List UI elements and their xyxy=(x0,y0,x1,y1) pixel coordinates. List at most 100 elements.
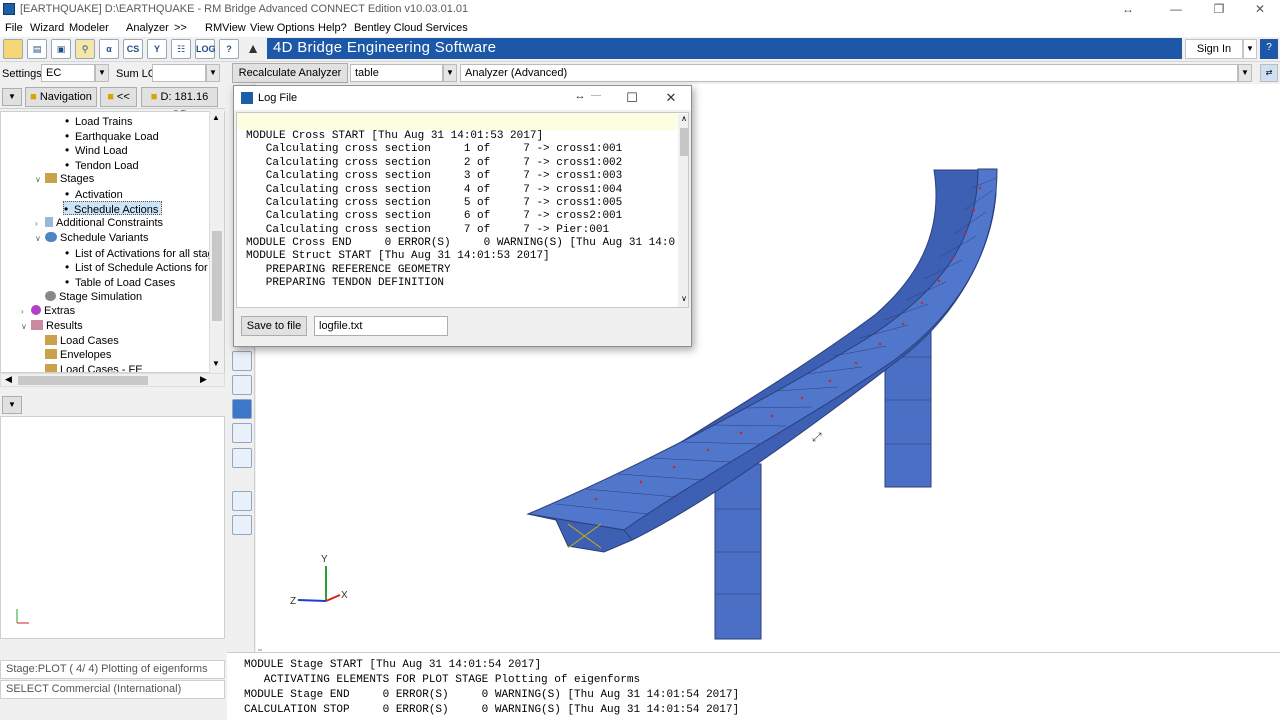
tree-item-tendon-load[interactable]: • Tendon Load xyxy=(65,158,139,172)
menu-wizard[interactable]: Wizard xyxy=(30,22,64,34)
minimize-button[interactable]: — xyxy=(1161,2,1191,16)
close-button[interactable]: ✕ xyxy=(1245,2,1275,16)
rotate-view-icon[interactable] xyxy=(232,375,252,395)
tree-item-schedule-actions[interactable]: • Schedule Actions xyxy=(63,201,163,216)
tree-scroll-thumb[interactable] xyxy=(212,231,222,321)
save-icon[interactable]: ▣ xyxy=(51,39,71,59)
menu-rmview[interactable]: RMView xyxy=(205,22,246,34)
tree-item-stages[interactable]: ∨ Stages xyxy=(35,172,94,186)
tree-item-load-cases[interactable]: Load Cases xyxy=(45,334,119,348)
filter-icon[interactable]: Y xyxy=(147,39,167,59)
result-diagram-icon[interactable] xyxy=(232,491,252,511)
mode-select[interactable]: table xyxy=(350,64,443,82)
tree-item-stage-simulation[interactable]: Stage Simulation xyxy=(45,290,142,304)
cross-section-icon[interactable]: CS xyxy=(123,39,143,59)
expand-icon[interactable]: › xyxy=(21,305,31,319)
dialog-maximize-button[interactable]: ☐ xyxy=(622,90,642,106)
sign-in-button[interactable]: Sign In xyxy=(1185,39,1243,59)
collapse-icon[interactable]: ∨ xyxy=(21,320,31,334)
mode-dropdown-icon[interactable]: ▼ xyxy=(443,64,457,82)
scroll-right-icon[interactable]: ▶ xyxy=(200,374,207,385)
save-to-file-button[interactable]: Save to file xyxy=(241,316,307,336)
collapse-icon[interactable]: ∨ xyxy=(35,232,45,246)
help-icon[interactable]: ? xyxy=(1260,39,1278,59)
sum-lc-select[interactable] xyxy=(152,64,206,82)
tree-item-load-trains[interactable]: • Load Trains xyxy=(65,114,132,128)
console-line: CALCULATION STOP 0 ERROR(S) 0 WARNING(S)… xyxy=(244,704,740,716)
dialog-close-button[interactable]: ✕ xyxy=(661,90,681,106)
import-icon[interactable] xyxy=(232,423,252,443)
navigation-button[interactable]: ■ Navigation xyxy=(25,87,97,107)
sum-lc-dropdown-icon[interactable]: ▼ xyxy=(206,64,220,82)
help-question-icon[interactable]: ? xyxy=(219,39,239,59)
tree-vertical-scrollbar[interactable]: ▲ ▼ xyxy=(209,111,224,373)
scroll-left-icon[interactable]: ◀ xyxy=(5,374,12,385)
navigation-bar: ▼ ■ Navigation ■ << ■ D: 181.16 GB xyxy=(0,85,225,121)
disk-space-button[interactable]: ■ D: 181.16 GB xyxy=(141,87,218,121)
tree-item-load-cases-table[interactable]: • Table of Load Cases xyxy=(65,275,175,289)
log-icon[interactable]: LOG xyxy=(195,39,216,59)
pier-front xyxy=(714,463,762,640)
search-icon[interactable]: ⚲ xyxy=(75,39,95,59)
tree-horizontal-scrollbar[interactable]: ◀ ▶ xyxy=(0,373,225,387)
output-console: MODULE Stage START [Thu Aug 31 14:01:54 … xyxy=(227,652,1280,720)
scroll-up-icon[interactable]: ∧ xyxy=(678,114,688,123)
bullet-icon: • xyxy=(65,158,70,172)
menu-view-options[interactable]: View Options xyxy=(250,22,315,34)
dialog-title-bar[interactable]: Log File ↔ — ☐ ✕ xyxy=(234,86,691,110)
log-text-area[interactable]: MODULE Cross START [Thu Aug 31 14:01:53 … xyxy=(236,112,689,308)
dialog-minimize-button[interactable]: — xyxy=(586,90,606,101)
move-view-icon[interactable] xyxy=(232,351,252,371)
tree-item-activation[interactable]: • Activation xyxy=(65,187,123,201)
filename-input[interactable]: logfile.txt xyxy=(314,316,448,336)
sign-in-dropdown[interactable]: ▼ xyxy=(1243,39,1257,59)
scroll-down-icon[interactable]: ∨ xyxy=(678,294,688,303)
console-line: ACTIVATING ELEMENTS FOR PLOT STAGE Plott… xyxy=(244,674,641,686)
scroll-down-icon[interactable]: ▼ xyxy=(212,359,220,368)
analyzer-dropdown-icon[interactable]: ▼ xyxy=(1238,64,1252,82)
document-icon[interactable]: ☷ xyxy=(171,39,191,59)
tree-hscroll-thumb[interactable] xyxy=(18,376,148,385)
save-as-icon[interactable]: ▤ xyxy=(27,39,47,59)
back-button[interactable]: ■ << xyxy=(100,87,137,107)
graduation-cap-icon[interactable]: ▲ xyxy=(243,39,263,59)
resize-icon[interactable]: ↔ xyxy=(1113,2,1143,16)
tree-item-wind-load[interactable]: • Wind Load xyxy=(65,143,128,157)
settings-select[interactable]: EC xyxy=(41,64,95,82)
log-scrollbar[interactable]: ∧ ∨ xyxy=(678,114,688,307)
menu-bentley-cloud[interactable]: Bentley Cloud Services xyxy=(354,22,468,34)
maximize-button[interactable]: ❐ xyxy=(1204,2,1234,16)
color-legend-icon[interactable] xyxy=(232,515,252,535)
lower-panel-dropdown[interactable]: ▼ xyxy=(2,396,22,414)
constraints-icon xyxy=(45,217,53,227)
settings-dropdown-icon[interactable]: ▼ xyxy=(95,64,109,82)
scroll-up-icon[interactable]: ▲ xyxy=(212,113,220,122)
tree-item-activations-list[interactable]: • List of Activations for all stage xyxy=(65,246,220,260)
tree-item-schedule-variants[interactable]: ∨ Schedule Variants xyxy=(35,231,148,245)
calc-icon[interactable]: α xyxy=(99,39,119,59)
save-view-icon[interactable] xyxy=(232,448,252,468)
menu-analyzer[interactable]: Analyzer xyxy=(126,22,169,34)
tree-item-schedule-actions-list[interactable]: • List of Schedule Actions for all xyxy=(65,260,222,274)
tree-item-extras[interactable]: › Extras xyxy=(21,304,75,318)
open-folder-icon[interactable] xyxy=(3,39,23,59)
bullet-icon: • xyxy=(65,275,70,289)
refresh-icon[interactable]: ⇄ xyxy=(1260,64,1278,82)
recalculate-analyzer-button[interactable]: Recalculate Analyzer xyxy=(232,63,348,83)
menu-modeler[interactable]: Modeler xyxy=(69,22,109,34)
menu-file[interactable]: File xyxy=(5,22,23,34)
nav-menu-dropdown[interactable]: ▼ xyxy=(2,88,22,106)
menu-more[interactable]: >> xyxy=(174,22,187,34)
select-view-icon[interactable] xyxy=(232,399,252,419)
collapse-icon[interactable]: ∨ xyxy=(35,173,45,187)
tree-item-results[interactable]: ∨ Results xyxy=(21,319,83,333)
log-line: MODULE Cross START [Thu Aug 31 14:01:53 … xyxy=(246,130,544,142)
log-scroll-thumb[interactable] xyxy=(680,128,688,156)
tree-item-envelopes[interactable]: Envelopes xyxy=(45,348,111,362)
tree-item-earthquake-load[interactable]: • Earthquake Load xyxy=(65,129,159,143)
analyzer-select[interactable]: Analyzer (Advanced) xyxy=(460,64,1238,82)
expand-icon[interactable]: › xyxy=(35,217,45,231)
tree-item-additional-constraints[interactable]: › Additional Constraints xyxy=(35,216,163,230)
tree-item-load-cases-fe[interactable]: Load Cases - FE xyxy=(45,363,143,372)
menu-help[interactable]: Help? xyxy=(318,22,347,34)
